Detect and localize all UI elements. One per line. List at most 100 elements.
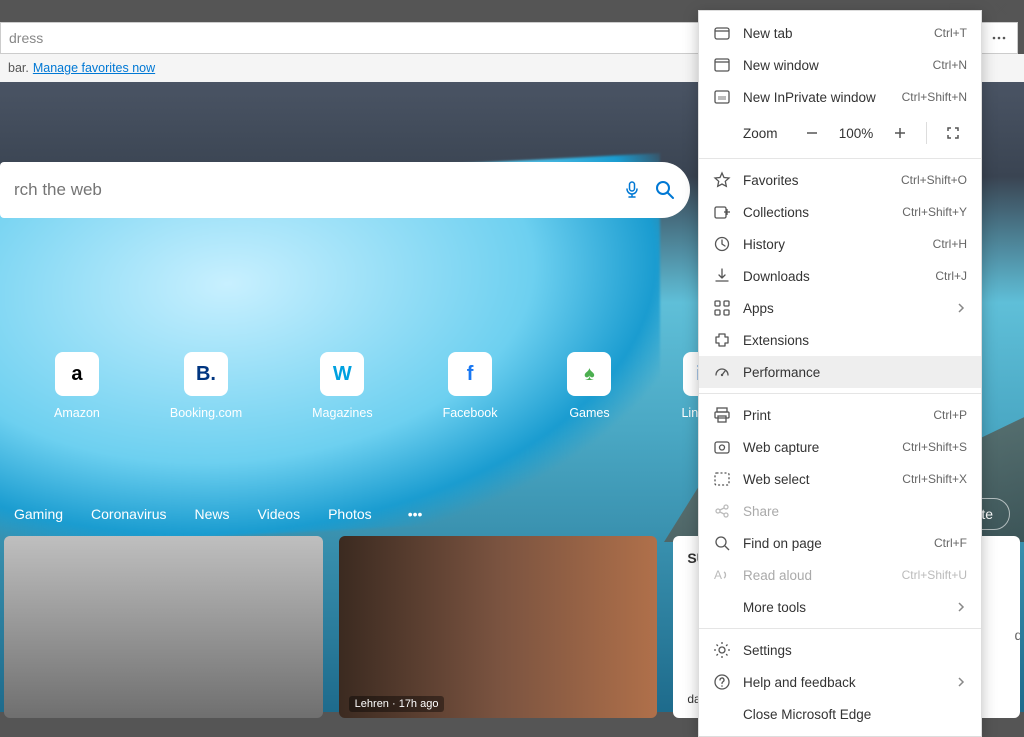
menu-button[interactable] (980, 22, 1018, 54)
menu-item-shortcut: Ctrl+Shift+U (902, 568, 967, 582)
menu-item-label: Share (743, 504, 967, 519)
quick-link-tile: B. (184, 352, 228, 396)
menu-item-shortcut: Ctrl+P (933, 408, 967, 422)
menu-item-new-inprivate-window[interactable]: New InPrivate window Ctrl+Shift+N (699, 81, 981, 113)
nav-item[interactable]: News (195, 506, 230, 522)
menu-item-label: New window (743, 58, 921, 73)
zoom-value: 100% (836, 126, 876, 141)
quick-link-label: Amazon (54, 406, 100, 420)
zoom-in-button[interactable] (886, 119, 914, 147)
collections-icon (713, 203, 731, 221)
print-icon (713, 406, 731, 424)
menu-item-new-window[interactable]: New window Ctrl+N (699, 49, 981, 81)
menu-item-settings[interactable]: Settings (699, 634, 981, 666)
menu-item-label: New tab (743, 26, 922, 41)
menu-item-label: Favorites (743, 173, 889, 188)
news-card[interactable]: Lehren · 17h ago (339, 536, 658, 718)
nav-item[interactable]: Videos (258, 506, 301, 522)
zoom-out-button[interactable] (798, 119, 826, 147)
menu-item-shortcut: Ctrl+J (935, 269, 967, 283)
menu-item-label: More tools (743, 600, 943, 615)
star-icon (713, 171, 731, 189)
apps-icon (713, 299, 731, 317)
menu-item-label: Read aloud (743, 568, 890, 583)
tab-icon (713, 24, 731, 42)
app-menu: New tab Ctrl+T New window Ctrl+N New InPriva… (698, 10, 982, 737)
menu-item-print[interactable]: PrintCtrl+P (699, 399, 981, 431)
menu-item-label: Performance (743, 365, 967, 380)
extensions-icon (713, 331, 731, 349)
menu-item-shortcut: Ctrl+H (933, 237, 967, 251)
menu-item-label: Collections (743, 205, 890, 220)
search-icon[interactable] (654, 179, 676, 201)
menu-item-extensions[interactable]: Extensions (699, 324, 981, 356)
menu-item-shortcut: Ctrl+F (934, 536, 967, 550)
menu-item-label: Find on page (743, 536, 922, 551)
menu-item-label: Downloads (743, 269, 923, 284)
menu-item-label: Web select (743, 472, 890, 487)
quick-link[interactable]: ♠Games (567, 352, 611, 420)
nav-item[interactable]: Photos (328, 506, 372, 522)
nav-item[interactable]: Gaming (14, 506, 63, 522)
help-icon (713, 673, 731, 691)
close-button[interactable] (978, 0, 1024, 18)
menu-item-shortcut: Ctrl+Shift+N (902, 90, 967, 104)
card-caption: Lehren · 17h ago (349, 696, 445, 712)
find-icon (713, 534, 731, 552)
quick-link-tile: a (55, 352, 99, 396)
favbar-prefix: bar. (8, 61, 29, 75)
menu-item-more-tools[interactable]: More tools (699, 591, 981, 623)
menu-item-favorites[interactable]: FavoritesCtrl+Shift+O (699, 164, 981, 196)
nav-item[interactable]: Coronavirus (91, 506, 166, 522)
menu-item-label: Help and feedback (743, 675, 943, 690)
quick-link-tile: W (320, 352, 364, 396)
menu-item-shortcut: Ctrl+Shift+S (902, 440, 967, 454)
menu-item-label: New InPrivate window (743, 90, 890, 105)
share-icon (713, 502, 731, 520)
nav-more-icon[interactable]: ••• (408, 506, 423, 522)
menu-item-share: Share (699, 495, 981, 527)
menu-item-label: Apps (743, 301, 943, 316)
window-icon (713, 56, 731, 74)
menu-item-web-capture[interactable]: Web captureCtrl+Shift+S (699, 431, 981, 463)
history-icon (713, 235, 731, 253)
quick-link-tile: ♠ (567, 352, 611, 396)
quick-links: a Amazon B.Booking.com WMagazines f Facebook ♠… (0, 352, 729, 420)
quick-link-label: Facebook (443, 406, 498, 420)
menu-item-downloads[interactable]: Downloads Ctrl+J (699, 260, 981, 292)
menu-item-web-select[interactable]: Web select Ctrl+Shift+X (699, 463, 981, 495)
fullscreen-button[interactable] (939, 119, 967, 147)
menu-item-history[interactable]: HistoryCtrl+H (699, 228, 981, 260)
menu-item-close-microsoft-edge[interactable]: Close Microsoft Edge (699, 698, 981, 730)
menu-item-help-and-feedback[interactable]: Help and feedback (699, 666, 981, 698)
search-input[interactable] (14, 180, 622, 200)
menu-item-collections[interactable]: Collections Ctrl+Shift+Y (699, 196, 981, 228)
quick-link[interactable]: WMagazines (312, 352, 372, 420)
menu-item-new-tab[interactable]: New tab Ctrl+T (699, 17, 981, 49)
quick-link[interactable]: B.Booking.com (170, 352, 242, 420)
quick-link[interactable]: a Amazon (54, 352, 100, 420)
chevron-right-icon (955, 302, 967, 314)
news-card[interactable] (4, 536, 323, 718)
perf-icon (713, 363, 731, 381)
menu-item-find-on-page[interactable]: Find on page Ctrl+F (699, 527, 981, 559)
menu-item-apps[interactable]: Apps (699, 292, 981, 324)
read-icon: A (713, 566, 731, 584)
menu-item-shortcut: Ctrl+T (934, 26, 967, 40)
chevron-right-icon (955, 601, 967, 613)
capture-icon (713, 438, 731, 456)
tools-icon (713, 598, 731, 616)
menu-item-label: Extensions (743, 333, 967, 348)
menu-item-shortcut: Ctrl+N (933, 58, 967, 72)
card-q: d? (1014, 627, 1020, 643)
quick-link[interactable]: f Facebook (443, 352, 498, 420)
menu-item-shortcut: Ctrl+Shift+X (902, 472, 967, 486)
select-icon (713, 470, 731, 488)
microphone-icon[interactable] (622, 180, 642, 200)
inprivate-icon (713, 88, 731, 106)
menu-item-shortcut: Ctrl+Shift+Y (902, 205, 967, 219)
menu-item-performance[interactable]: Performance (699, 356, 981, 388)
quick-link-tile: f (448, 352, 492, 396)
search-box[interactable] (0, 162, 690, 218)
manage-favorites-link[interactable]: Manage favorites now (33, 61, 155, 75)
